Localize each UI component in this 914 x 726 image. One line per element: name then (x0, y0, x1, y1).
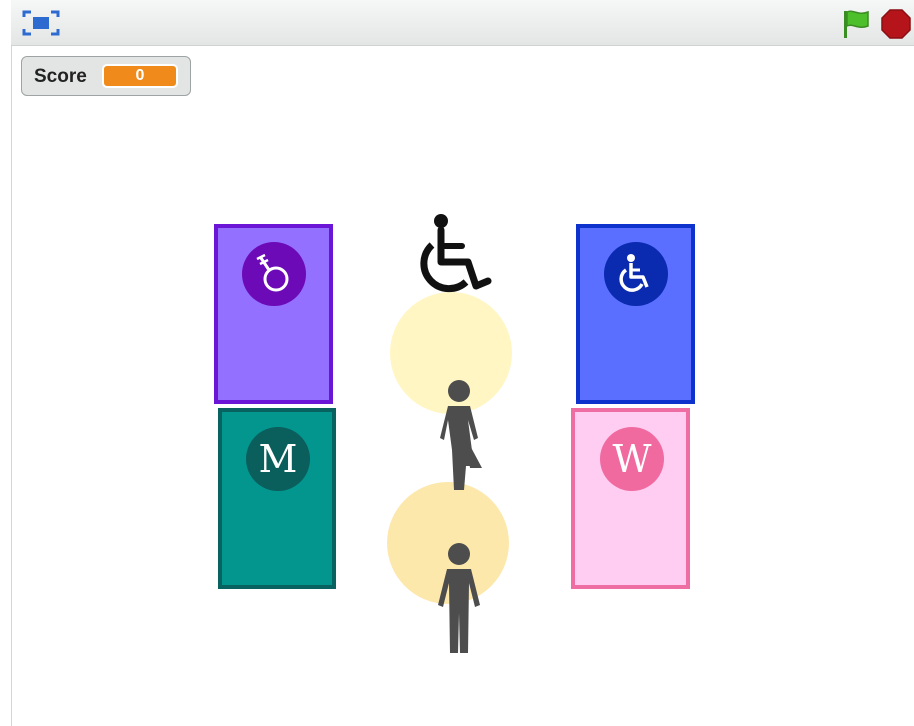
women-badge: W (600, 427, 664, 491)
wheelchair-icon (619, 254, 649, 292)
door-accessible[interactable] (576, 224, 695, 404)
man-figure-icon (438, 543, 480, 653)
stop-button[interactable] (880, 8, 912, 40)
score-monitor: Score 0 (21, 56, 191, 96)
door-women[interactable]: W (571, 408, 690, 589)
green-flag-icon (844, 10, 869, 38)
accessible-badge (604, 242, 668, 306)
genderqueer-badge (242, 242, 306, 306)
green-flag-button[interactable] (840, 8, 874, 40)
men-badge: M (246, 427, 310, 491)
fullscreen-icon (22, 10, 60, 36)
wheelchair-sprite[interactable] (412, 210, 496, 307)
woman-figure-sprite[interactable] (430, 378, 488, 497)
wheelchair-icon (420, 214, 492, 293)
men-door-letter: M (258, 437, 298, 481)
score-value: 0 (102, 64, 178, 88)
stage-header (11, 0, 914, 46)
door-men[interactable]: M (218, 408, 336, 589)
woman-figure-icon (440, 380, 482, 490)
fullscreen-button[interactable] (22, 8, 60, 38)
women-door-letter: W (612, 437, 652, 481)
stop-sign-icon (881, 9, 911, 39)
genderqueer-symbol-icon (256, 253, 289, 292)
man-figure-sprite[interactable] (430, 541, 488, 660)
door-genderqueer[interactable] (214, 224, 333, 404)
score-label: Score (34, 66, 87, 87)
